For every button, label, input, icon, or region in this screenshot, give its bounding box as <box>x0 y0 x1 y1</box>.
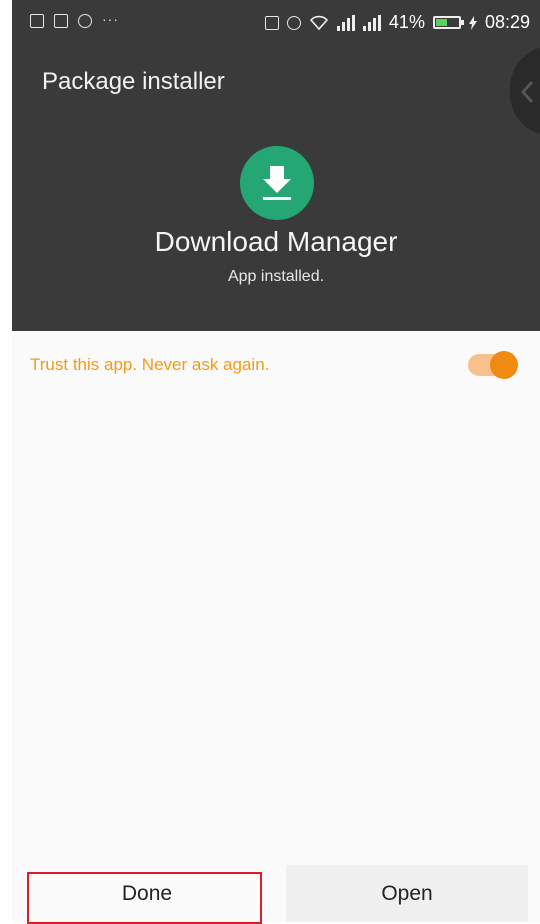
signal-icon <box>336 14 355 31</box>
open-button[interactable]: Open <box>286 865 528 922</box>
wifi-icon <box>309 15 329 30</box>
sim-icon <box>264 15 279 30</box>
status-bar-left: ··· <box>30 11 119 28</box>
trust-app-row[interactable]: Trust this app. Never ask again. <box>12 331 540 393</box>
page-title: Package installer <box>42 68 225 95</box>
app-icon <box>240 146 314 220</box>
download-icon <box>54 14 68 28</box>
more-dots-icon: ··· <box>102 11 119 27</box>
install-status: App installed. <box>227 268 325 285</box>
screen: ··· 41% 08:29 Package installer Download… <box>12 0 540 922</box>
chevron-left-icon <box>520 80 534 104</box>
download-arrow-icon <box>263 166 291 200</box>
charging-icon <box>468 15 477 30</box>
trust-app-toggle[interactable] <box>468 351 518 379</box>
signal-icon <box>362 14 381 31</box>
app-name: Download Manager <box>154 226 398 257</box>
battery-icon <box>432 16 464 29</box>
status-bar: ··· 41% 08:29 <box>12 0 540 48</box>
battery-percent: 41% <box>388 12 425 32</box>
image-icon <box>30 14 44 28</box>
target-icon <box>78 14 92 28</box>
installer-header: ··· 41% 08:29 Package installer Download… <box>12 0 540 331</box>
side-panel-handle[interactable] <box>510 46 540 136</box>
trust-app-label: Trust this app. Never ask again. <box>30 355 270 374</box>
done-button[interactable]: Done <box>26 865 268 922</box>
alarm-icon <box>286 15 301 30</box>
status-bar-right: 41% 08:29 <box>264 12 530 33</box>
action-bar: Done Open <box>12 865 540 922</box>
toggle-knob <box>490 351 518 379</box>
status-time: 08:29 <box>484 12 530 32</box>
